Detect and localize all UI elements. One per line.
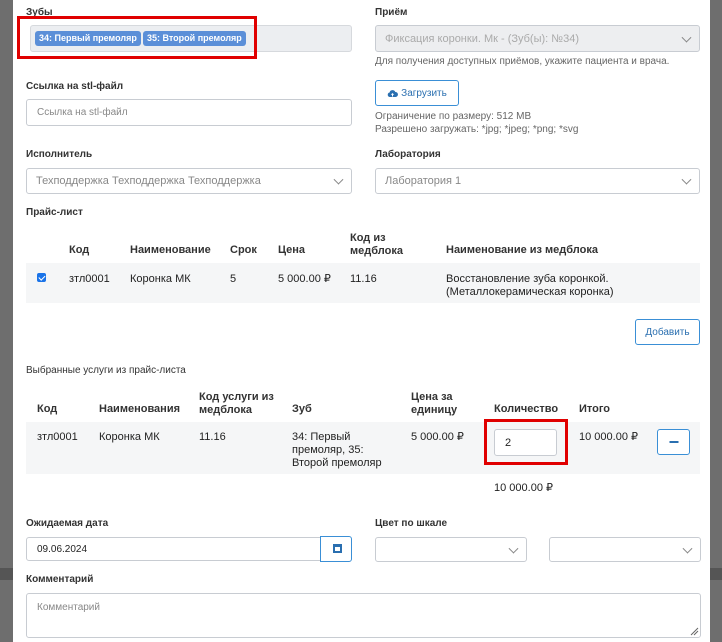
- price-cell-med-name: Восстановление зуба коронкой. (Металлоке…: [446, 273, 614, 298]
- expected-date-value: 09.06.2024: [37, 543, 88, 555]
- price-cell-term: 5: [230, 273, 237, 285]
- highlight-box-teeth: [17, 16, 257, 59]
- stl-label: Ссылка на stl-файл: [26, 81, 124, 92]
- comment-label: Комментарий: [26, 574, 94, 585]
- laboratory-value: Лаборатория 1: [385, 175, 462, 187]
- expected-date-label: Ожидаемая дата: [26, 518, 109, 529]
- appointment-hint: Для получения доступных приёмов, укажите…: [375, 56, 670, 67]
- price-cell-med-code: 11.16: [350, 273, 377, 285]
- price-header-price: Цена: [278, 244, 306, 256]
- selected-cell-total: 10 000.00 ₽: [579, 431, 638, 443]
- color-scale-label: Цвет по шкале: [375, 518, 448, 529]
- comment-textarea[interactable]: Комментарий: [26, 593, 701, 638]
- appointment-value: Фиксация коронки. Мк - (Зуб(ы): №34): [385, 32, 579, 45]
- upload-button-label: Загрузить: [401, 87, 447, 99]
- add-button-label: Добавить: [645, 326, 690, 338]
- calendar-icon: [333, 544, 342, 553]
- selected-header-total: Итого: [579, 403, 611, 415]
- selected-header-tooth: Зуб: [292, 403, 312, 415]
- selected-header-unit-price: Цена за единицу: [411, 391, 458, 416]
- appointment-label: Приём: [375, 7, 408, 18]
- upload-button[interactable]: Загрузить: [375, 80, 459, 106]
- chevron-down-icon: [508, 543, 519, 554]
- upload-allowed-types: Разрешено загружать: *jpg; *jpeg; *png; …: [375, 124, 579, 135]
- selected-cell-name: Коронка МК: [99, 431, 160, 443]
- comment-placeholder: Комментарий: [37, 602, 100, 613]
- selected-header-med-code: Код услуги из медблока: [199, 391, 274, 416]
- laboratory-select[interactable]: Лаборатория 1: [375, 168, 700, 194]
- calendar-button[interactable]: [320, 536, 352, 562]
- selected-cell-unit-price: 5 000.00 ₽: [411, 431, 464, 443]
- selected-header-code: Код: [37, 403, 58, 415]
- resize-handle-icon[interactable]: [690, 627, 699, 636]
- executor-select[interactable]: Техподдержка Техподдержка Техподдержка: [26, 168, 352, 194]
- executor-value: Техподдержка Техподдержка Техподдержка: [36, 175, 261, 187]
- price-header-med-name: Наименование из медблока: [446, 244, 598, 256]
- appointment-select[interactable]: Фиксация коронки. Мк - (Зуб(ы): №34): [375, 25, 700, 52]
- price-header-code: Код: [69, 244, 90, 256]
- minus-icon: [669, 441, 678, 443]
- executor-label: Исполнитель: [26, 149, 93, 160]
- price-header-name: Наименование: [130, 244, 211, 256]
- selected-sum: 10 000.00 ₽: [494, 482, 553, 494]
- color-scale-select-1[interactable]: [375, 537, 527, 562]
- order-modal: Зубы 34: Первый премоляр 35: Второй прем…: [13, 0, 710, 642]
- stl-placeholder: Ссылка на stl-файл: [37, 107, 128, 118]
- selected-cell-code: зтл0001: [37, 431, 78, 443]
- price-cell-name: Коронка МК: [130, 273, 191, 285]
- price-header-med-code: Код из медблока: [350, 232, 403, 257]
- price-list-title: Прайс-лист: [26, 207, 83, 218]
- price-row-checkbox[interactable]: [37, 273, 46, 282]
- cloud-upload-icon: [387, 89, 399, 97]
- laboratory-label: Лаборатория: [375, 149, 441, 160]
- price-cell-code: зтл0001: [69, 273, 110, 285]
- chevron-down-icon: [681, 32, 692, 43]
- remove-service-button[interactable]: [657, 429, 690, 455]
- expected-date-input[interactable]: 09.06.2024: [26, 537, 321, 561]
- chevron-down-icon: [682, 543, 693, 554]
- chevron-down-icon: [681, 174, 692, 185]
- selected-services-title: Выбранные услуги из прайс-листа: [26, 365, 186, 376]
- color-scale-select-2[interactable]: [549, 537, 701, 562]
- add-button[interactable]: Добавить: [635, 319, 700, 345]
- stl-link-input[interactable]: Ссылка на stl-файл: [26, 99, 352, 126]
- upload-limit: Ограничение по размеру: 512 MB: [375, 111, 532, 122]
- selected-cell-med-code: 11.16: [199, 431, 226, 443]
- selected-header-name: Наименования: [99, 403, 181, 415]
- selected-cell-tooth: 34: Первый премоляр, 35: Второй премоляр: [292, 431, 382, 469]
- chevron-down-icon: [333, 174, 344, 185]
- selected-header-qty: Количество: [494, 403, 559, 415]
- price-header-term: Срок: [230, 244, 257, 256]
- highlight-box-quantity: [484, 419, 568, 465]
- price-cell-price: 5 000.00 ₽: [278, 273, 331, 285]
